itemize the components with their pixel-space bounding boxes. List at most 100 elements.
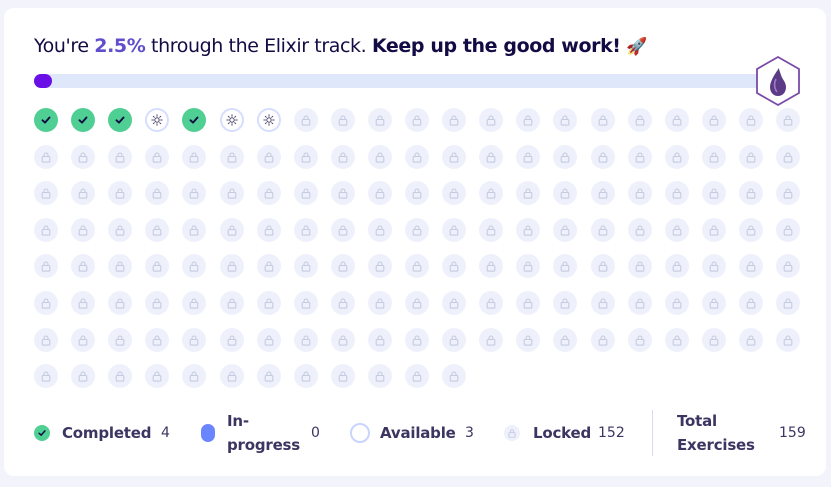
lock-icon	[598, 114, 608, 126]
exercise-locked	[553, 291, 577, 315]
lock-icon	[264, 151, 274, 163]
exercise-locked	[405, 328, 429, 352]
exercise-locked	[108, 254, 132, 278]
lock-icon	[746, 224, 756, 236]
lock-icon	[78, 151, 88, 163]
exercise-completed[interactable]	[71, 108, 95, 132]
lock-icon	[189, 224, 199, 236]
lock-icon	[375, 370, 385, 382]
exercise-locked	[442, 364, 466, 388]
lock-icon	[78, 297, 88, 309]
exercise-locked	[516, 291, 540, 315]
exercise-locked	[776, 254, 800, 278]
exercise-available[interactable]	[220, 108, 244, 132]
exercise-locked	[145, 291, 169, 315]
exercise-locked	[442, 145, 466, 169]
exercise-locked	[442, 254, 466, 278]
exercise-locked	[739, 108, 763, 132]
lock-icon	[709, 151, 719, 163]
lock-icon	[152, 334, 162, 346]
lock-icon	[635, 187, 645, 199]
headline-encouragement: Keep up the good work!	[371, 35, 621, 57]
exercise-locked	[665, 328, 689, 352]
exercise-locked	[34, 218, 58, 242]
exercise-locked	[479, 291, 503, 315]
elixir-drop-icon[interactable]	[755, 55, 801, 107]
exercise-locked	[702, 145, 726, 169]
lock-icon	[635, 224, 645, 236]
exercise-locked	[479, 108, 503, 132]
lock-icon	[338, 187, 348, 199]
exercise-grid	[34, 108, 814, 388]
lock-icon	[41, 260, 51, 272]
exercise-locked	[442, 108, 466, 132]
exercise-locked	[479, 181, 503, 205]
in-progress-label-line1: In-	[227, 412, 249, 430]
sun-icon	[151, 114, 163, 126]
lock-icon	[338, 114, 348, 126]
lock-icon	[189, 260, 199, 272]
exercise-locked	[776, 108, 800, 132]
lock-icon	[560, 114, 570, 126]
exercise-locked	[145, 364, 169, 388]
headline-middle: through the Elixir track.	[145, 35, 372, 57]
lock-icon	[709, 334, 719, 346]
exercise-locked	[516, 254, 540, 278]
lock-icon	[486, 297, 496, 309]
exercise-locked	[257, 181, 281, 205]
lock-icon	[746, 334, 756, 346]
exercise-locked	[294, 218, 318, 242]
exercise-locked	[702, 254, 726, 278]
exercise-locked	[182, 181, 206, 205]
lock-icon	[338, 370, 348, 382]
exercise-locked	[628, 181, 652, 205]
lock-icon	[449, 260, 459, 272]
exercise-locked	[34, 254, 58, 278]
lock-icon	[783, 297, 793, 309]
exercise-available[interactable]	[145, 108, 169, 132]
lock-icon	[412, 297, 422, 309]
exercise-locked	[702, 181, 726, 205]
exercise-locked	[71, 254, 95, 278]
lock-icon	[115, 260, 125, 272]
lock-icon	[672, 260, 682, 272]
lock-icon	[375, 260, 385, 272]
lock-icon	[375, 297, 385, 309]
lock-icon	[635, 260, 645, 272]
exercise-locked	[182, 364, 206, 388]
lock-icon	[523, 114, 533, 126]
exercise-completed[interactable]	[108, 108, 132, 132]
lock-icon	[412, 114, 422, 126]
checkmark-icon	[77, 114, 89, 126]
lock-icon	[264, 224, 274, 236]
lock-icon	[301, 187, 311, 199]
lock-icon	[301, 114, 311, 126]
exercise-locked	[368, 291, 392, 315]
exercise-locked	[71, 181, 95, 205]
exercise-locked	[405, 218, 429, 242]
exercise-completed[interactable]	[182, 108, 206, 132]
exercise-completed[interactable]	[34, 108, 58, 132]
exercise-locked	[405, 254, 429, 278]
lock-icon	[78, 260, 88, 272]
lock-icon	[598, 187, 608, 199]
exercise-locked	[257, 254, 281, 278]
lock-icon	[152, 224, 162, 236]
checkmark-icon	[188, 114, 200, 126]
lock-icon	[301, 260, 311, 272]
lock-icon	[560, 260, 570, 272]
lock-icon	[598, 151, 608, 163]
exercise-available[interactable]	[257, 108, 281, 132]
completed-label: Completed	[62, 424, 152, 442]
lock-icon	[264, 297, 274, 309]
sun-icon	[263, 114, 275, 126]
lock-icon	[449, 297, 459, 309]
lock-icon	[486, 114, 496, 126]
lock-icon	[486, 187, 496, 199]
exercise-locked	[442, 291, 466, 315]
total-label-line1: Total	[677, 412, 717, 430]
lock-icon	[449, 334, 459, 346]
lock-icon	[78, 334, 88, 346]
exercise-locked	[591, 328, 615, 352]
exercise-locked	[368, 218, 392, 242]
